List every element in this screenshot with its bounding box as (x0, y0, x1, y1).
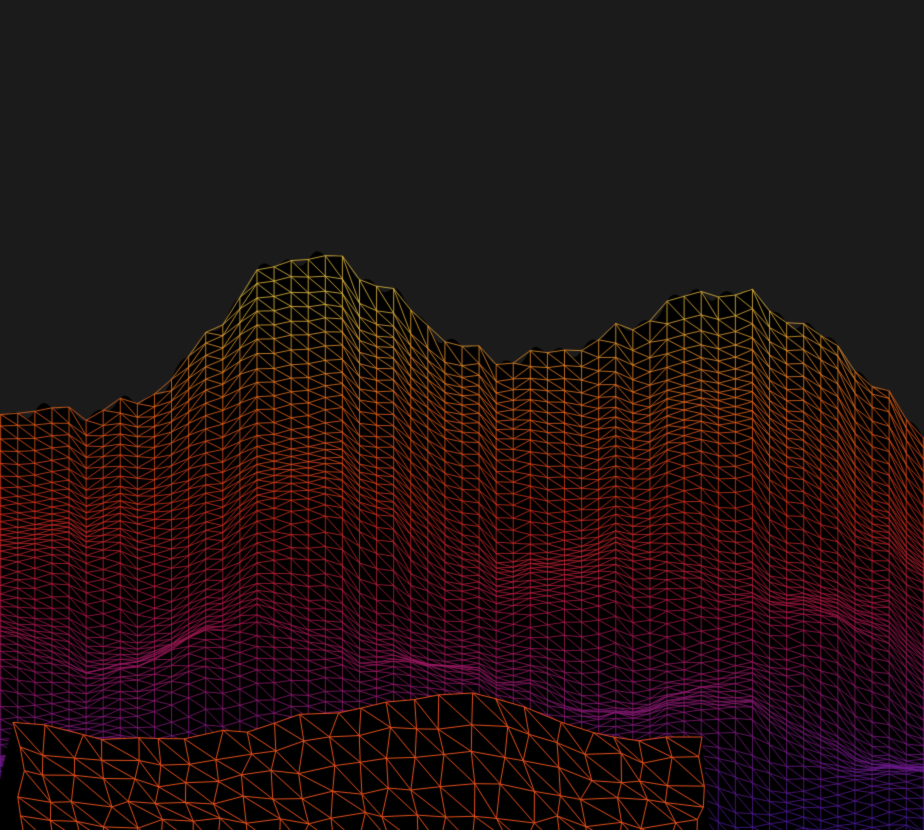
wireframe-terrain-canvas[interactable] (0, 0, 924, 830)
terrain-viewport[interactable] (0, 0, 924, 830)
